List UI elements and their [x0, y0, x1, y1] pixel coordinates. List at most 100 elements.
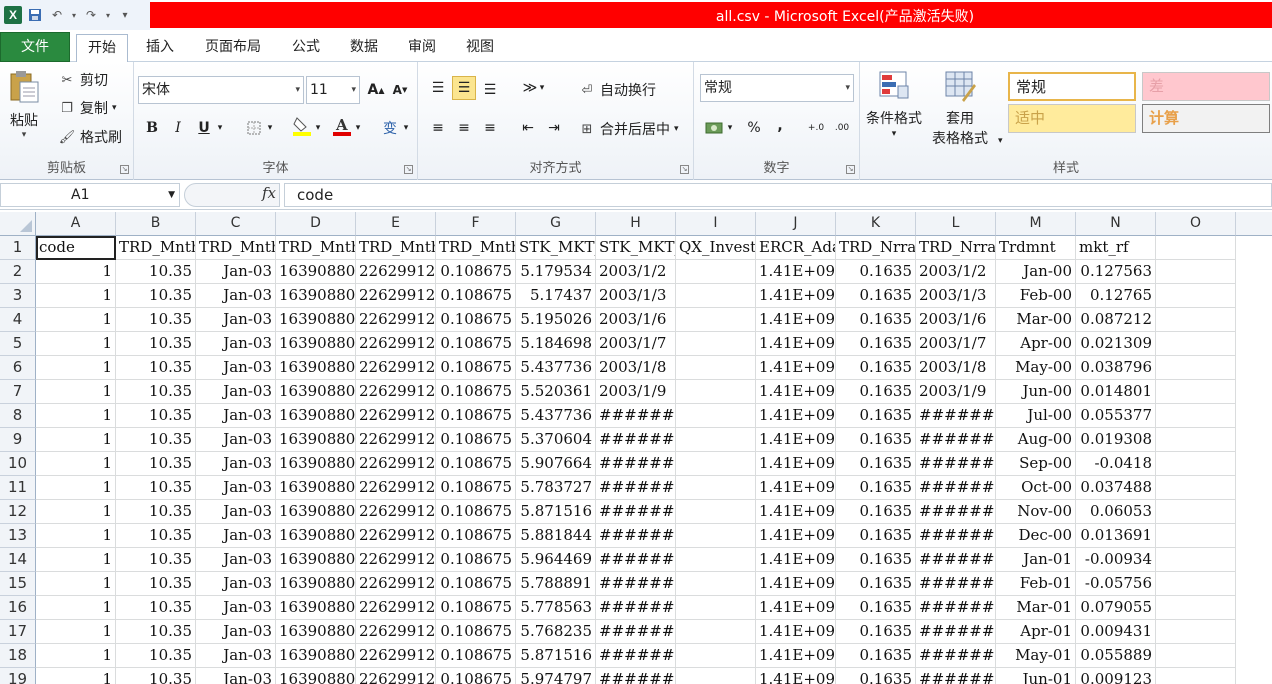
table-cell[interactable]: Aug-00: [996, 428, 1076, 452]
table-cell[interactable]: 0.1635: [836, 500, 916, 524]
table-cell[interactable]: 1.41E+09: [756, 668, 836, 684]
table-cell[interactable]: 0.108675: [436, 260, 516, 284]
table-cell[interactable]: [1156, 524, 1236, 548]
percent-button[interactable]: %: [742, 116, 766, 140]
underline-button[interactable]: U: [192, 116, 216, 140]
table-cell[interactable]: ########: [596, 668, 676, 684]
table-cell[interactable]: [1156, 284, 1236, 308]
table-cell[interactable]: [1156, 476, 1236, 500]
table-cell[interactable]: 0.019308: [1076, 428, 1156, 452]
table-cell[interactable]: 10.35: [116, 308, 196, 332]
table-cell[interactable]: 10.35: [116, 500, 196, 524]
table-cell[interactable]: 22629912: [356, 500, 436, 524]
table-cell[interactable]: 5.370604: [516, 428, 596, 452]
table-cell[interactable]: 22629912: [356, 428, 436, 452]
table-cell[interactable]: 0.108675: [436, 380, 516, 404]
table-cell[interactable]: ########: [596, 500, 676, 524]
table-cell[interactable]: Jan-03: [196, 548, 276, 572]
table-cell[interactable]: Jan-03: [196, 428, 276, 452]
row-header[interactable]: 15: [0, 572, 36, 596]
number-launcher-icon[interactable]: ↘: [846, 165, 855, 174]
row-header[interactable]: 19: [0, 668, 36, 684]
table-cell[interactable]: 0.1635: [836, 476, 916, 500]
table-cell[interactable]: 0.1635: [836, 356, 916, 380]
font-color-icon[interactable]: A: [330, 114, 354, 138]
table-cell[interactable]: 5.184698: [516, 332, 596, 356]
column-header[interactable]: M: [996, 212, 1076, 236]
table-cell[interactable]: [676, 356, 756, 380]
table-cell[interactable]: ########: [916, 596, 996, 620]
table-cell[interactable]: ########: [596, 476, 676, 500]
table-cell[interactable]: [1156, 668, 1236, 684]
table-cell[interactable]: 10.35: [116, 596, 196, 620]
table-cell[interactable]: [676, 452, 756, 476]
italic-button[interactable]: I: [166, 116, 190, 140]
column-header[interactable]: J: [756, 212, 836, 236]
table-cell[interactable]: Sep-00: [996, 452, 1076, 476]
table-cell[interactable]: 1: [36, 596, 116, 620]
table-cell[interactable]: 1.41E+09: [756, 332, 836, 356]
row-header[interactable]: 9: [0, 428, 36, 452]
table-cell[interactable]: 0.1635: [836, 644, 916, 668]
table-cell[interactable]: 16390880: [276, 596, 356, 620]
table-cell[interactable]: 10.35: [116, 620, 196, 644]
table-cell[interactable]: ########: [916, 620, 996, 644]
decrease-indent-icon[interactable]: ⇤: [516, 116, 540, 140]
table-cell[interactable]: 0.108675: [436, 308, 516, 332]
table-cell[interactable]: 10.35: [116, 428, 196, 452]
table-cell[interactable]: [676, 404, 756, 428]
table-cell[interactable]: [1156, 428, 1236, 452]
table-cell[interactable]: [1156, 380, 1236, 404]
table-cell[interactable]: 0.1635: [836, 332, 916, 356]
currency-icon[interactable]: [702, 116, 726, 140]
table-cell[interactable]: 16390880: [276, 476, 356, 500]
table-cell[interactable]: 0.108675: [436, 476, 516, 500]
table-cell[interactable]: 0.108675: [436, 572, 516, 596]
column-header[interactable]: O: [1156, 212, 1236, 236]
table-cell[interactable]: 1.41E+09: [756, 620, 836, 644]
font-size-select[interactable]: 11 ▾: [306, 76, 360, 104]
table-cell[interactable]: [1156, 332, 1236, 356]
table-cell[interactable]: 16390880: [276, 260, 356, 284]
table-cell[interactable]: 0.1635: [836, 548, 916, 572]
align-center-icon[interactable]: ≡: [452, 116, 476, 140]
table-cell[interactable]: 16390880: [276, 452, 356, 476]
table-cell[interactable]: 0.1635: [836, 668, 916, 684]
table-cell[interactable]: 22629912: [356, 404, 436, 428]
table-cell[interactable]: 22629912: [356, 668, 436, 684]
table-cell[interactable]: [1156, 644, 1236, 668]
table-cell[interactable]: 0.009431: [1076, 620, 1156, 644]
table-cell[interactable]: 1: [36, 404, 116, 428]
table-cell[interactable]: 5.871516: [516, 500, 596, 524]
table-cell[interactable]: Jan-03: [196, 356, 276, 380]
table-cell[interactable]: ########: [916, 668, 996, 684]
table-cell[interactable]: Jan-03: [196, 668, 276, 684]
align-middle-icon[interactable]: ☰: [452, 76, 476, 100]
table-cell[interactable]: 1.41E+09: [756, 380, 836, 404]
table-cell[interactable]: [676, 500, 756, 524]
table-cell[interactable]: 0.1635: [836, 284, 916, 308]
increase-indent-icon[interactable]: ⇥: [542, 116, 566, 140]
table-cell[interactable]: 22629912: [356, 260, 436, 284]
table-cell[interactable]: 10.35: [116, 332, 196, 356]
table-cell[interactable]: 10.35: [116, 260, 196, 284]
table-cell[interactable]: 0.014801: [1076, 380, 1156, 404]
table-cell[interactable]: Dec-00: [996, 524, 1076, 548]
table-cell[interactable]: 0.037488: [1076, 476, 1156, 500]
table-cell[interactable]: 22629912: [356, 644, 436, 668]
phonetic-icon[interactable]: 变: [378, 116, 402, 140]
table-cell[interactable]: ########: [596, 572, 676, 596]
header-cell[interactable]: TRD_Nrrat: [916, 236, 996, 260]
table-cell[interactable]: [1156, 548, 1236, 572]
table-cell[interactable]: Jan-03: [196, 644, 276, 668]
row-header[interactable]: 14: [0, 548, 36, 572]
table-cell[interactable]: 0.1635: [836, 572, 916, 596]
table-cell[interactable]: 16390880: [276, 524, 356, 548]
table-cell[interactable]: 1: [36, 476, 116, 500]
table-cell[interactable]: ########: [596, 644, 676, 668]
align-left-icon[interactable]: ≡: [426, 116, 450, 140]
header-cell[interactable]: mkt_rf: [1076, 236, 1156, 260]
table-cell[interactable]: 0.1635: [836, 596, 916, 620]
table-cell[interactable]: 0.127563: [1076, 260, 1156, 284]
table-cell[interactable]: Nov-00: [996, 500, 1076, 524]
